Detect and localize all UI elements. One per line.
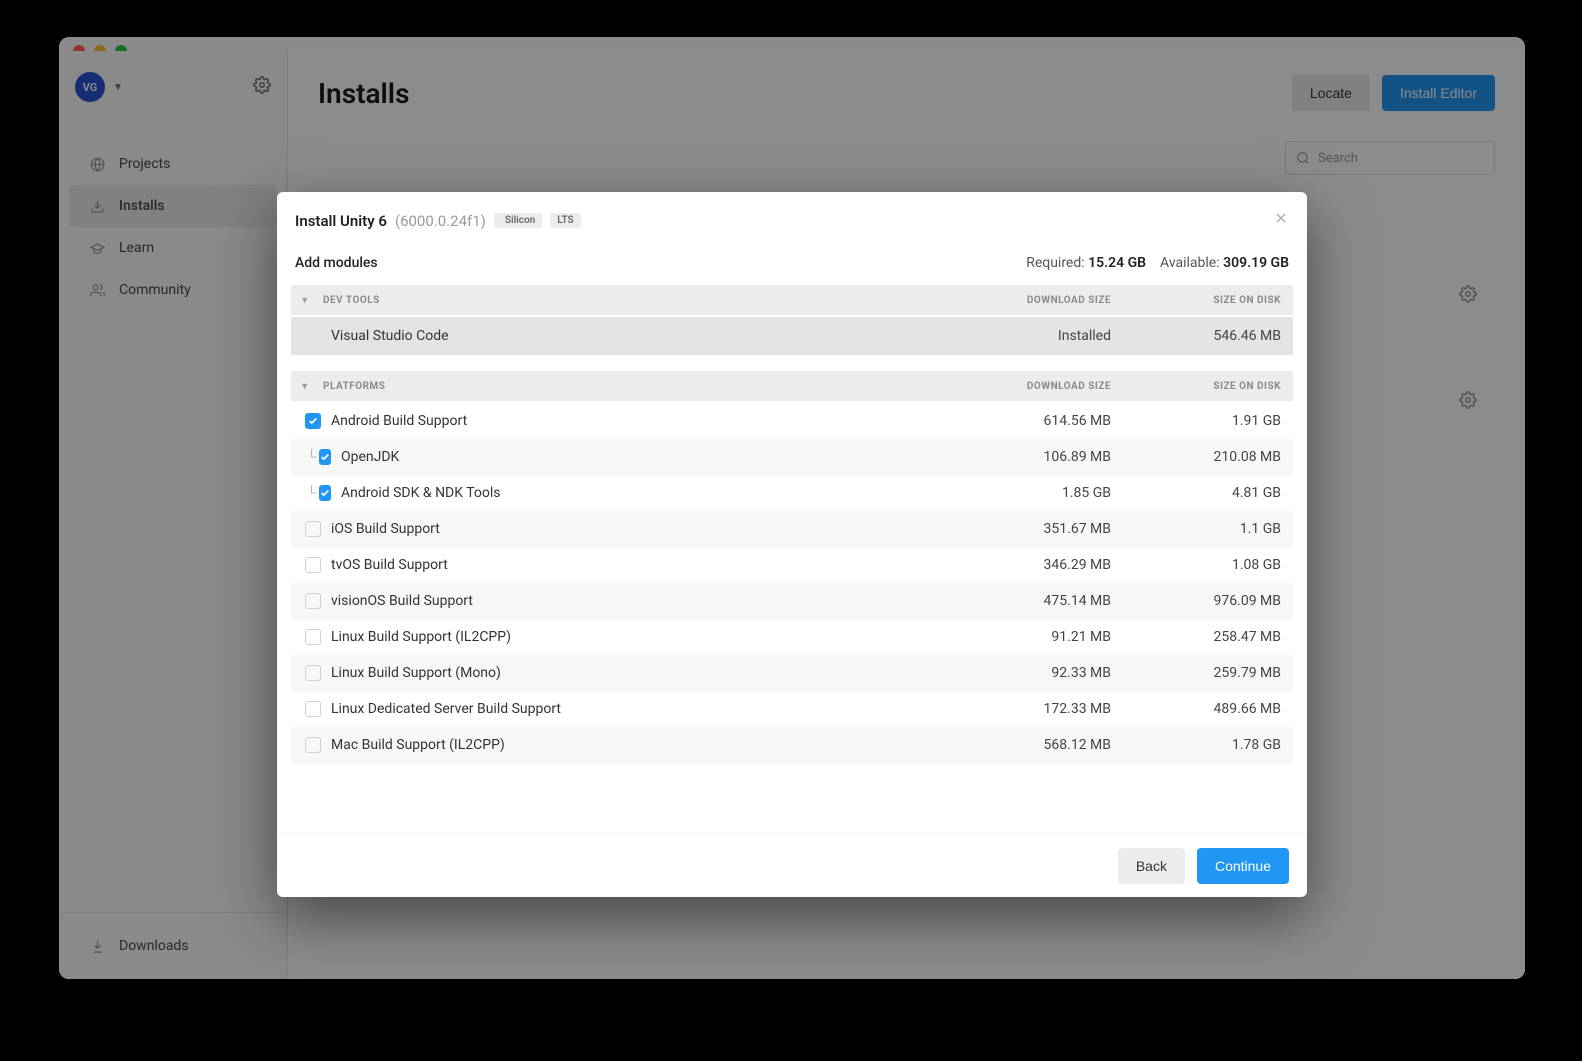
- module-disk: 4.81 GB: [1123, 485, 1293, 501]
- required-label: Required: 15.24 GB: [1026, 255, 1146, 271]
- module-row[interactable]: Linux Dedicated Server Build Support172.…: [291, 691, 1293, 727]
- module-row[interactable]: Mac Build Support (IL2CPP)568.12 MB1.78 …: [291, 727, 1293, 763]
- chevron-down-icon: ▼: [291, 295, 319, 306]
- column-download: DOWNLOAD SIZE: [953, 295, 1123, 306]
- column-download: DOWNLOAD SIZE: [953, 381, 1123, 392]
- module-row[interactable]: iOS Build Support351.67 MB1.1 GB: [291, 511, 1293, 547]
- module-name: Linux Dedicated Server Build Support: [331, 701, 953, 717]
- module-name: Visual Studio Code: [331, 328, 953, 344]
- module-disk: 546.46 MB: [1123, 328, 1293, 344]
- module-row[interactable]: └ Android SDK & NDK Tools1.85 GB4.81 GB: [291, 475, 1293, 511]
- module-row[interactable]: Linux Build Support (IL2CPP)91.21 MB258.…: [291, 619, 1293, 655]
- modal-header: Install Unity 6 (6000.0.24f1) Silicon LT…: [277, 192, 1307, 245]
- add-modules-label: Add modules: [295, 255, 378, 271]
- module-download: 106.89 MB: [953, 449, 1123, 465]
- silicon-badge: Silicon: [494, 213, 542, 228]
- module-download: 1.85 GB: [953, 485, 1123, 501]
- checkbox[interactable]: [305, 593, 321, 609]
- section-title: DEV TOOLS: [319, 295, 953, 306]
- module-name: iOS Build Support: [331, 521, 953, 537]
- section-header-platforms[interactable]: ▼ PLATFORMS DOWNLOAD SIZE SIZE ON DISK: [291, 371, 1293, 401]
- checkbox[interactable]: [305, 701, 321, 717]
- section-title: PLATFORMS: [319, 381, 953, 392]
- column-disk: SIZE ON DISK: [1123, 381, 1293, 392]
- module-download: 568.12 MB: [953, 737, 1123, 753]
- checkbox[interactable]: [305, 737, 321, 753]
- module-name: OpenJDK: [331, 449, 953, 465]
- modal-title-row: Install Unity 6 (6000.0.24f1) Silicon LT…: [295, 212, 581, 230]
- modules-list[interactable]: ▼ DEV TOOLS DOWNLOAD SIZE SIZE ON DISK V…: [277, 285, 1307, 833]
- app-window: VG ▼ Projects Instal: [59, 37, 1525, 979]
- module-row[interactable]: Linux Build Support (Mono)92.33 MB259.79…: [291, 655, 1293, 691]
- tree-elbow-icon: └: [307, 449, 319, 465]
- module-disk: 258.47 MB: [1123, 629, 1293, 645]
- column-disk: SIZE ON DISK: [1123, 295, 1293, 306]
- module-name: Linux Build Support (Mono): [331, 665, 953, 681]
- module-download: 614.56 MB: [953, 413, 1123, 429]
- chevron-down-icon: ▼: [291, 381, 319, 392]
- checkbox[interactable]: [305, 629, 321, 645]
- continue-button[interactable]: Continue: [1197, 848, 1289, 884]
- module-name: Linux Build Support (IL2CPP): [331, 629, 953, 645]
- checkbox[interactable]: [305, 557, 321, 573]
- lts-badge: LTS: [550, 213, 580, 228]
- available-label: Available: 309.19 GB: [1160, 255, 1289, 271]
- modal-footer: Back Continue: [277, 833, 1307, 897]
- module-name: Android Build Support: [331, 413, 953, 429]
- checkbox[interactable]: [319, 449, 331, 465]
- module-disk: 1.1 GB: [1123, 521, 1293, 537]
- module-disk: 1.91 GB: [1123, 413, 1293, 429]
- module-download: Installed: [953, 328, 1123, 344]
- tree-elbow-icon: └: [307, 485, 319, 501]
- module-name: visionOS Build Support: [331, 593, 953, 609]
- modal-subheader: Add modules Required: 15.24 GB Available…: [277, 245, 1307, 285]
- module-disk: 976.09 MB: [1123, 593, 1293, 609]
- module-name: Mac Build Support (IL2CPP): [331, 737, 953, 753]
- modal-overlay: Install Unity 6 (6000.0.24f1) Silicon LT…: [59, 37, 1525, 979]
- close-icon: [1273, 210, 1289, 226]
- module-download: 92.33 MB: [953, 665, 1123, 681]
- back-button[interactable]: Back: [1118, 848, 1185, 884]
- checkbox[interactable]: [319, 485, 331, 501]
- module-download: 172.33 MB: [953, 701, 1123, 717]
- module-disk: 1.78 GB: [1123, 737, 1293, 753]
- module-row[interactable]: tvOS Build Support346.29 MB1.08 GB: [291, 547, 1293, 583]
- checkbox[interactable]: [305, 413, 321, 429]
- module-disk: 489.66 MB: [1123, 701, 1293, 717]
- module-disk: 210.08 MB: [1123, 449, 1293, 465]
- modal-version: (6000.0.24f1): [395, 212, 486, 230]
- checkbox[interactable]: [305, 665, 321, 681]
- module-download: 346.29 MB: [953, 557, 1123, 573]
- module-disk: 259.79 MB: [1123, 665, 1293, 681]
- module-disk: 1.08 GB: [1123, 557, 1293, 573]
- module-name: tvOS Build Support: [331, 557, 953, 573]
- module-row[interactable]: └ OpenJDK106.89 MB210.08 MB: [291, 439, 1293, 475]
- module-download: 475.14 MB: [953, 593, 1123, 609]
- install-modules-modal: Install Unity 6 (6000.0.24f1) Silicon LT…: [277, 192, 1307, 897]
- modal-title: Install Unity 6: [295, 212, 387, 230]
- module-row[interactable]: Android Build Support614.56 MB1.91 GB: [291, 403, 1293, 439]
- module-name: Android SDK & NDK Tools: [331, 485, 953, 501]
- module-row[interactable]: visionOS Build Support475.14 MB976.09 MB: [291, 583, 1293, 619]
- module-row-vscode[interactable]: Visual Studio Code Installed 546.46 MB: [291, 317, 1293, 355]
- section-header-devtools[interactable]: ▼ DEV TOOLS DOWNLOAD SIZE SIZE ON DISK: [291, 285, 1293, 315]
- module-download: 351.67 MB: [953, 521, 1123, 537]
- space-info: Required: 15.24 GB Available: 309.19 GB: [1026, 255, 1289, 271]
- close-button[interactable]: [1273, 210, 1289, 231]
- module-download: 91.21 MB: [953, 629, 1123, 645]
- checkbox[interactable]: [305, 521, 321, 537]
